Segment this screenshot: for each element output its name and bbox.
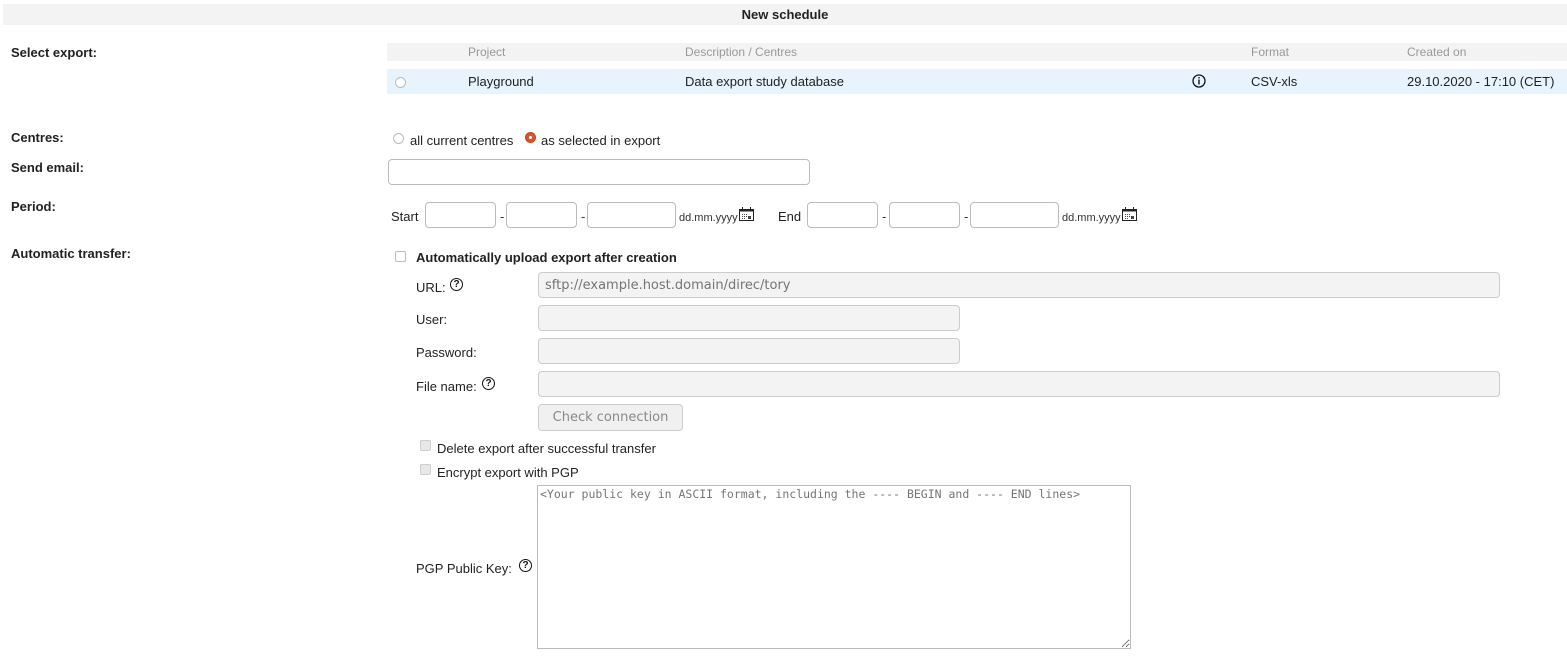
end-format-hint: dd.mm.yyyy xyxy=(1062,212,1121,224)
project-cell: Playground xyxy=(468,74,534,89)
centres-label: Centres: xyxy=(11,130,64,145)
format-cell: CSV-xls xyxy=(1251,74,1298,89)
start-month-input[interactable] xyxy=(506,202,577,228)
column-header-format: Format xyxy=(1251,45,1290,59)
start-year-input[interactable] xyxy=(587,202,676,228)
url-label: URL: xyxy=(416,280,446,295)
select-export-label: Select export: xyxy=(11,45,97,60)
file-name-label: File name: xyxy=(416,379,477,394)
url-input[interactable] xyxy=(538,272,1500,298)
delete-after-transfer-label[interactable]: Delete export after successful transfer xyxy=(437,441,656,456)
end-year-input[interactable] xyxy=(970,202,1059,228)
send-email-label: Send email: xyxy=(11,160,84,175)
auto-upload-label[interactable]: Automatically upload export after creati… xyxy=(416,250,677,265)
calendar-icon[interactable] xyxy=(739,207,754,221)
start-format-hint: dd.mm.yyyy xyxy=(679,212,738,224)
centres-selected-label[interactable]: as selected in export xyxy=(541,133,660,148)
file-name-input[interactable] xyxy=(538,371,1500,397)
encrypt-pgp-checkbox[interactable] xyxy=(420,464,431,475)
date-separator: - xyxy=(581,209,586,224)
automatic-transfer-label: Automatic transfer: xyxy=(11,246,131,261)
auto-upload-checkbox[interactable] xyxy=(395,251,406,262)
table-row[interactable]: Playground Data export study database CS… xyxy=(387,69,1567,94)
end-month-input[interactable] xyxy=(889,202,960,228)
password-label: Password: xyxy=(416,345,477,360)
period-label: Period: xyxy=(11,199,56,214)
page-title: New schedule xyxy=(3,4,1567,25)
centres-all-radio[interactable] xyxy=(393,133,404,144)
help-icon[interactable]: ? xyxy=(519,559,532,572)
user-input[interactable] xyxy=(538,305,960,331)
encrypt-pgp-label[interactable]: Encrypt export with PGP xyxy=(437,465,579,480)
help-icon[interactable]: ? xyxy=(450,278,463,291)
period-start-label: Start xyxy=(391,209,419,224)
date-separator: - xyxy=(882,209,887,224)
pgp-key-label: PGP Public Key: xyxy=(416,561,512,576)
info-icon[interactable] xyxy=(1192,74,1206,88)
column-header-created-on: Created on xyxy=(1407,45,1467,59)
centres-all-label[interactable]: all current centres xyxy=(410,133,513,148)
password-input[interactable] xyxy=(538,338,960,364)
column-header-description: Description / Centres xyxy=(685,45,798,59)
end-day-input[interactable] xyxy=(807,202,878,228)
period-end-label: End xyxy=(778,209,802,224)
date-separator: - xyxy=(500,209,505,224)
start-day-input[interactable] xyxy=(425,202,496,228)
pgp-key-textarea[interactable] xyxy=(537,485,1131,649)
date-separator: - xyxy=(964,209,969,224)
export-select-radio[interactable] xyxy=(395,77,406,88)
check-connection-button[interactable]: Check connection xyxy=(538,404,683,431)
created-on-cell: 29.10.2020 - 17:10 (CET) xyxy=(1407,74,1555,89)
centres-selected-radio[interactable] xyxy=(525,132,536,143)
user-label: User: xyxy=(416,312,448,327)
send-email-input[interactable] xyxy=(388,159,810,185)
export-table-header: Project Description / Centres Format Cre… xyxy=(387,43,1567,61)
column-header-project: Project xyxy=(468,45,506,59)
calendar-icon[interactable] xyxy=(1122,207,1137,221)
description-cell: Data export study database xyxy=(685,74,844,89)
help-icon[interactable]: ? xyxy=(482,377,495,390)
delete-after-transfer-checkbox[interactable] xyxy=(420,440,431,451)
